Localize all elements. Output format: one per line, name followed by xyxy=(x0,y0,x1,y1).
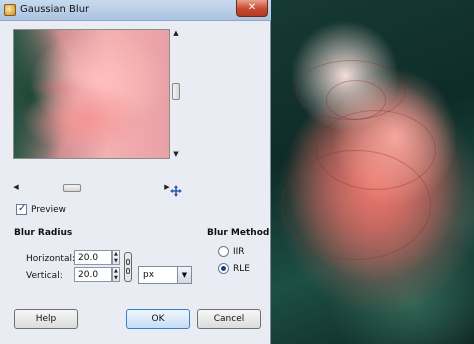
window-title: Gaussian Blur xyxy=(20,4,90,15)
unit-value: px xyxy=(143,270,155,280)
gaussian-blur-dialog: Gaussian Blur ✕ ▲ ▼ ◀ ▶ ✓ Preview Blur R… xyxy=(0,0,271,344)
background-rose-photo xyxy=(266,0,474,344)
horizontal-radius-input[interactable]: 20.0 xyxy=(74,250,112,265)
checkmark-icon: ✓ xyxy=(18,203,27,214)
gimp-app-icon xyxy=(4,4,16,16)
horizontal-spin-buttons[interactable]: ▲ ▼ xyxy=(112,250,120,265)
petal-detail xyxy=(326,80,386,120)
blur-method-heading: Blur Method xyxy=(207,228,270,238)
vertical-scroll-thumb[interactable] xyxy=(172,83,180,100)
cancel-button[interactable]: Cancel xyxy=(197,309,261,329)
petal-detail xyxy=(281,150,431,260)
close-icon: ✕ xyxy=(247,2,257,13)
spin-up-icon[interactable]: ▲ xyxy=(114,251,118,257)
vertical-spin-buttons[interactable]: ▲ ▼ xyxy=(112,267,120,282)
unit-select[interactable]: px ▼ xyxy=(138,266,192,284)
title-bar[interactable]: Gaussian Blur ✕ xyxy=(0,0,271,21)
preview-horizontal-scrollbar[interactable]: ◀ ▶ xyxy=(13,183,170,193)
chain-link xyxy=(126,268,130,274)
preview-checkbox[interactable]: ✓ xyxy=(16,203,27,215)
vertical-radius-input[interactable]: 20.0 xyxy=(74,267,112,282)
preview-label: Preview xyxy=(31,205,67,215)
navigate-icon[interactable] xyxy=(170,185,182,197)
preview-canvas[interactable] xyxy=(13,29,170,159)
spin-down-icon[interactable]: ▼ xyxy=(114,275,118,281)
iir-label: IIR xyxy=(233,247,245,257)
rle-label: RLE xyxy=(233,264,250,274)
help-button[interactable]: Help xyxy=(14,309,78,329)
dropdown-arrow-icon[interactable]: ▼ xyxy=(177,267,191,283)
radio-iir[interactable] xyxy=(218,246,229,257)
vertical-label: Vertical: xyxy=(26,271,63,281)
chain-link xyxy=(126,259,130,265)
close-button[interactable]: ✕ xyxy=(236,0,268,17)
preview-vertical-scrollbar[interactable]: ▲ ▼ xyxy=(171,29,181,159)
blur-radius-heading: Blur Radius xyxy=(14,228,73,238)
scroll-down-icon[interactable]: ▼ xyxy=(171,150,181,158)
spin-down-icon[interactable]: ▼ xyxy=(114,258,118,264)
spin-up-icon[interactable]: ▲ xyxy=(114,268,118,274)
chain-icon[interactable] xyxy=(124,252,132,282)
ok-button[interactable]: OK xyxy=(126,309,190,329)
scroll-left-icon[interactable]: ◀ xyxy=(11,183,21,191)
radio-rle[interactable] xyxy=(218,263,229,274)
horizontal-label: Horizontal: xyxy=(26,254,75,264)
horizontal-scroll-thumb[interactable] xyxy=(63,184,81,192)
scroll-up-icon[interactable]: ▲ xyxy=(171,29,181,37)
